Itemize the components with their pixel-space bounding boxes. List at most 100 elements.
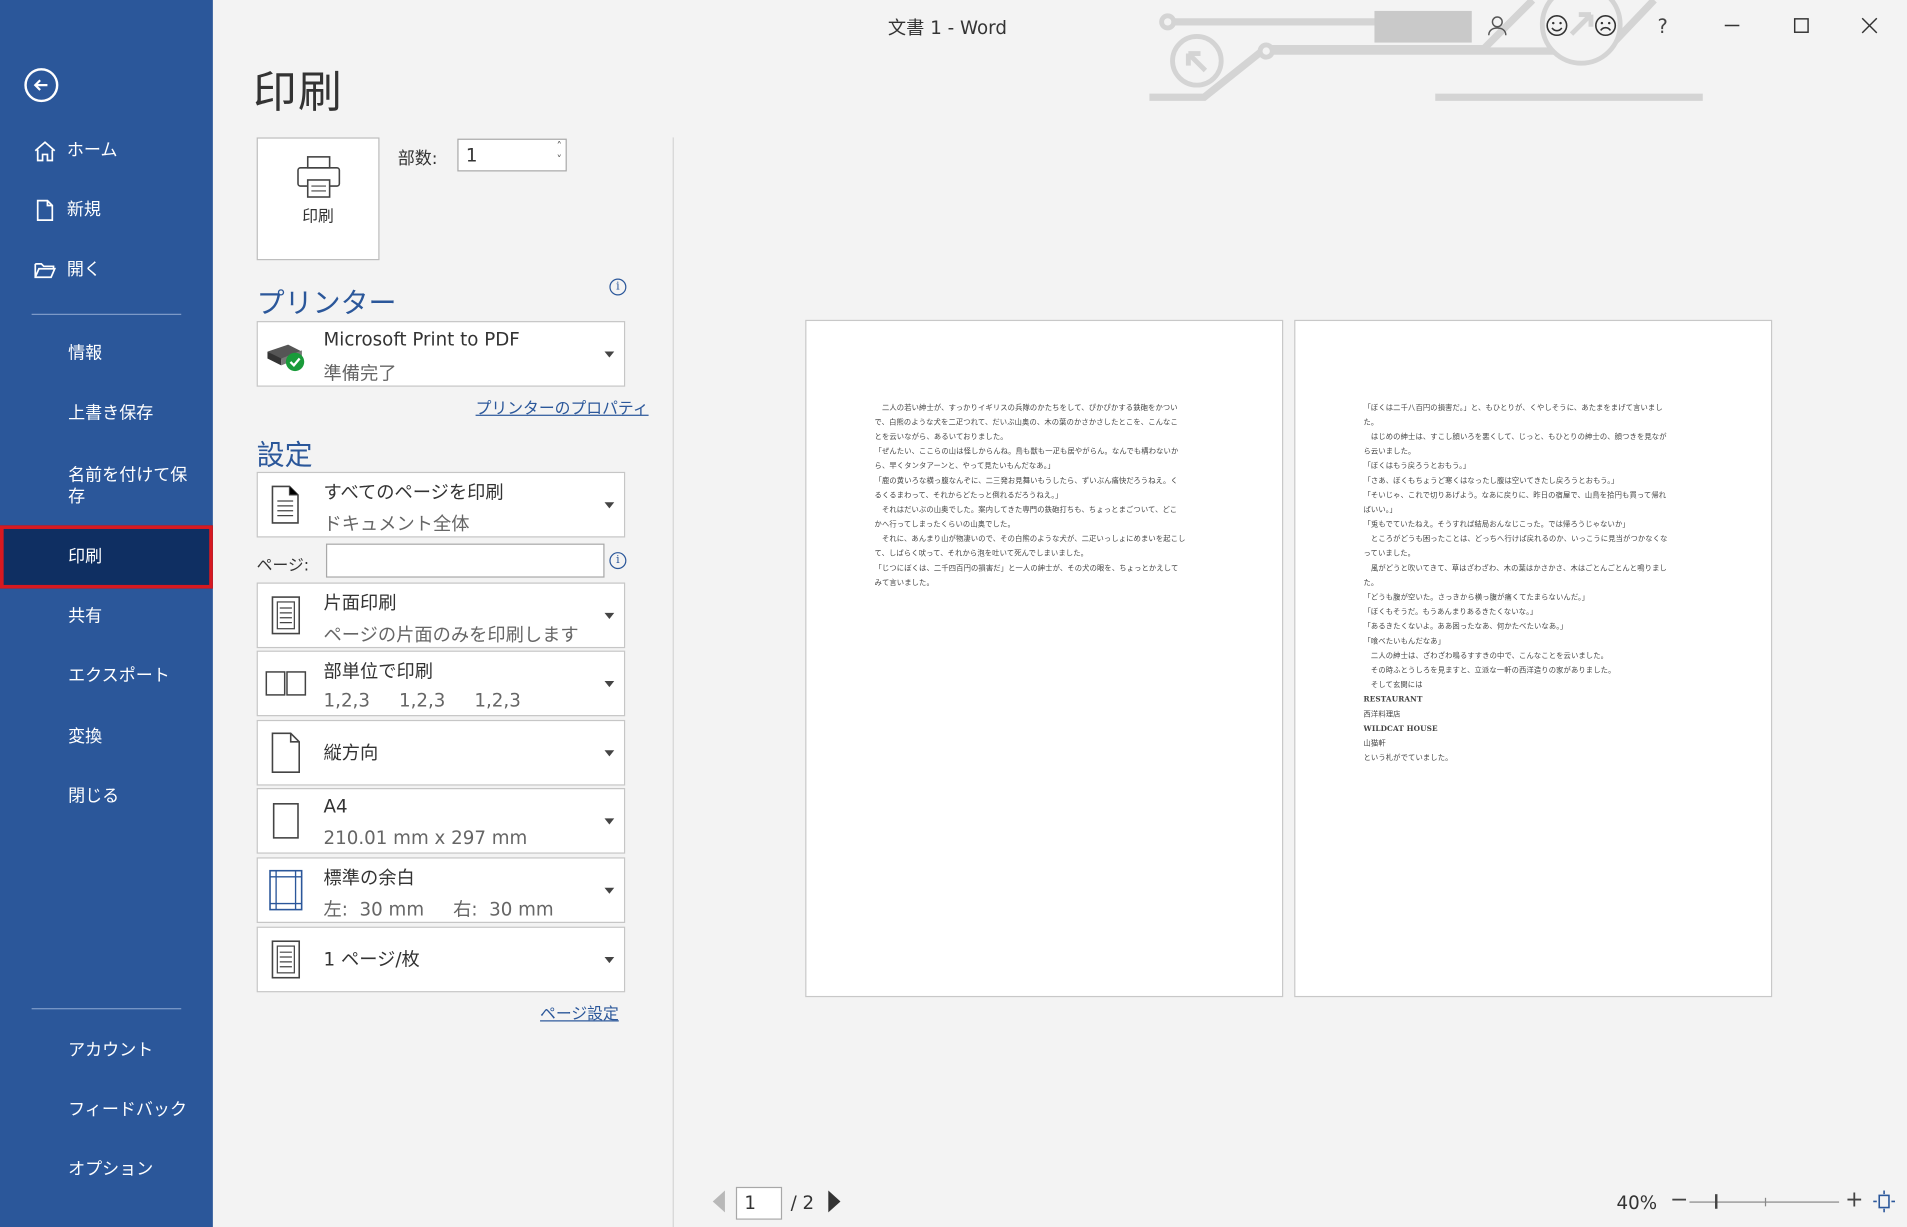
sidebar-item-label: 閉じる <box>68 786 120 807</box>
sidebar-item-options[interactable]: オプション <box>0 1142 213 1198</box>
sidebar-item-new[interactable]: 新規 <box>0 182 213 238</box>
sidebar-item-export[interactable]: エクスポート <box>0 648 213 704</box>
margins-subtitle: 左: 30 mm 右: 30 mm <box>323 898 554 921</box>
stepper-arrows[interactable]: ˄ ˅ <box>556 141 561 168</box>
page-total: / 2 <box>790 1191 815 1214</box>
sidebar-item-label: 変換 <box>68 727 103 747</box>
page-text-line: 「ぼくもそうだ。もうあんまりあるきたくないな。」 <box>1363 608 1538 617</box>
sidebar-item-open[interactable]: 開く <box>0 242 213 298</box>
sidebar-divider <box>31 1008 182 1010</box>
account-name-redacted <box>1374 10 1472 43</box>
sidebar-item-info[interactable]: 情報 <box>0 326 213 382</box>
next-page-arrow[interactable] <box>828 1190 841 1213</box>
info-icon[interactable]: i <box>609 278 627 296</box>
zoom-slider-thumb[interactable] <box>1715 1194 1718 1209</box>
title-bar: 文書 1 - Word ? <box>213 0 1907 54</box>
margins-icon <box>265 867 306 913</box>
maximize-button[interactable] <box>1783 10 1819 42</box>
page-text-line: それに、あんまり山が物凄いので、その白熊のような犬が、二疋いっしょにめまいを起こ… <box>874 535 1186 544</box>
sidebar-item-label: エクスポート <box>68 666 170 686</box>
page-number-input[interactable]: 1 <box>735 1186 783 1220</box>
paper-size-icon <box>265 798 306 844</box>
page-text-line: っていました。 <box>1363 549 1416 559</box>
chevron-down-icon <box>604 351 615 358</box>
collation-dropdown[interactable]: 部単位で印刷 1,2,3 1,2,3 1,2,3 <box>256 650 626 717</box>
print-range-subtitle: ドキュメント全体 <box>323 513 470 536</box>
page-text-line: かへ行ってしまったくらいの山奥でした。 <box>874 520 1015 529</box>
backstage-sidebar: ホーム 新規 開く 情報 上書き保存 名前を付けて保存 印刷 共有 エクスポート… <box>0 0 213 1227</box>
pages-per-sheet-title: 1 ページ/枚 <box>323 948 420 971</box>
page-text-line: 西洋料理店 <box>1363 710 1401 719</box>
sidebar-item-transform[interactable]: 変換 <box>0 709 213 765</box>
page-text-line: た。 <box>1363 418 1379 427</box>
page-text-line: RESTAURANT <box>1363 695 1423 705</box>
pages-per-sheet-dropdown[interactable]: 1 ページ/枚 <box>256 926 626 993</box>
sidebar-item-account[interactable]: アカウント <box>0 1023 213 1079</box>
margins-title: 標準の余白 <box>323 867 415 889</box>
page-text-line: た。 <box>1363 578 1379 588</box>
zoom-in-button[interactable]: + <box>1845 1187 1863 1213</box>
printer-properties-link[interactable]: プリンターのプロパティ <box>476 395 649 418</box>
page-text-line: そして玄関には <box>1363 680 1423 690</box>
back-button[interactable] <box>24 68 59 103</box>
minimize-button[interactable] <box>1714 10 1750 42</box>
sidebar-item-share[interactable]: 共有 <box>0 589 213 645</box>
sidebar-item-save-as[interactable]: 名前を付けて保存 <box>0 455 213 518</box>
page-text-line: それはだいぶの山奥でした。案内してきた専門の鉄砲打ちも、ちょっとまごついて、どこ <box>874 505 1178 515</box>
page-text-line: その時ふとうしろを見ますと、立派な一軒の西洋造りの家がありました。 <box>1363 666 1616 675</box>
page-text-line: で、白熊のような犬を二疋つれて、だいぶ山奥の、木の葉のかさかさしたとこを、こんな… <box>874 418 1178 427</box>
sides-dropdown[interactable]: 片面印刷 ページの片面のみを印刷します <box>256 582 626 649</box>
sidebar-item-label: 上書き保存 <box>68 403 154 424</box>
document-pages-icon <box>265 482 306 528</box>
chevron-down-icon <box>604 887 615 894</box>
printer-dropdown[interactable]: Microsoft Print to PDF 準備完了 <box>256 321 626 387</box>
pages-label: ページ: <box>256 556 310 576</box>
page-text-line: 風がどうと吹いてきて、草はざわざわ、木の葉はかさかさ、木はごとんごとんと鳴りまし <box>1363 564 1667 573</box>
print-range-title: すべてのページを印刷 <box>323 481 504 504</box>
printer-icon <box>297 156 341 198</box>
close-window-button[interactable] <box>1851 10 1887 42</box>
smile-feedback-icon[interactable] <box>1539 10 1575 42</box>
page-text-line: という札がでていました。 <box>1363 753 1453 763</box>
page-text-line: て、しばらく吠って、それから泡を吐いて死んでしまいました。 <box>874 549 1089 559</box>
print-range-dropdown[interactable]: すべてのページを印刷 ドキュメント全体 <box>256 471 626 538</box>
account-icon[interactable] <box>1479 10 1515 42</box>
print-button[interactable]: 印刷 <box>256 137 380 261</box>
zoom-to-page-button[interactable] <box>1873 1190 1896 1213</box>
orientation-dropdown[interactable]: 縦方向 <box>256 719 626 786</box>
copies-stepper[interactable]: 1 ˄ ˅ <box>457 138 567 172</box>
previous-page-arrow[interactable] <box>712 1190 725 1213</box>
sidebar-item-feedback[interactable]: フィードバック <box>0 1082 213 1138</box>
zoom-out-button[interactable]: − <box>1670 1187 1688 1213</box>
page-text-line: 「兎もでていたねえ。そうすれば結局おんなじこった。では帰ろうじゃないか」 <box>1363 520 1630 529</box>
page-title: 印刷 <box>252 68 344 118</box>
sides-subtitle: ページの片面のみを印刷します <box>323 623 579 646</box>
sidebar-item-home[interactable]: ホーム <box>0 123 213 179</box>
page-text-line: 「あるきたくないよ。ああ困ったなあ、何かたべたいなあ。」 <box>1363 622 1568 632</box>
fit-to-page-icon <box>1873 1190 1896 1213</box>
sidebar-item-close[interactable]: 閉じる <box>0 769 213 825</box>
pages-input[interactable] <box>325 543 605 578</box>
page-text-line: るくるまわって、それからどたっと倒れるだろうねえ。」 <box>874 491 1063 500</box>
printer-name: Microsoft Print to PDF <box>323 328 520 351</box>
info-icon[interactable]: i <box>609 552 627 570</box>
sidebar-item-save[interactable]: 上書き保存 <box>0 385 213 441</box>
sidebar-item-label: 新規 <box>66 200 101 221</box>
portrait-page-icon <box>265 730 306 776</box>
chevron-down-icon <box>604 957 615 964</box>
page-text-line: 二人の若い紳士が、すっかりイギリスの兵隊のかたちをして、ぴかぴかする鉄砲をかつい <box>874 403 1178 413</box>
arrow-left-icon <box>33 79 48 91</box>
page-text-line: 「そいじゃ、これで切りあげよう。なあに戻りに、昨日の宿屋で、山鳥を拾円も買って帰… <box>1363 491 1667 500</box>
page-setup-link[interactable]: ページ設定 <box>540 1001 619 1024</box>
page-text-line: 「喰べたいもんだなあ」 <box>1363 637 1446 646</box>
chevron-down-icon <box>604 680 615 688</box>
close-icon <box>1861 17 1878 34</box>
window-title: 文書 1 - Word <box>887 17 1007 39</box>
printer-ready-icon <box>265 331 306 377</box>
chevron-down-icon <box>604 750 615 757</box>
sidebar-item-print[interactable]: 印刷 <box>0 525 213 589</box>
help-button[interactable]: ? <box>1644 10 1680 42</box>
margins-dropdown[interactable]: 標準の余白 左: 30 mm 右: 30 mm <box>256 857 626 923</box>
frown-feedback-icon[interactable] <box>1587 10 1623 42</box>
paper-size-dropdown[interactable]: A4 210.01 mm x 297 mm <box>256 788 626 854</box>
